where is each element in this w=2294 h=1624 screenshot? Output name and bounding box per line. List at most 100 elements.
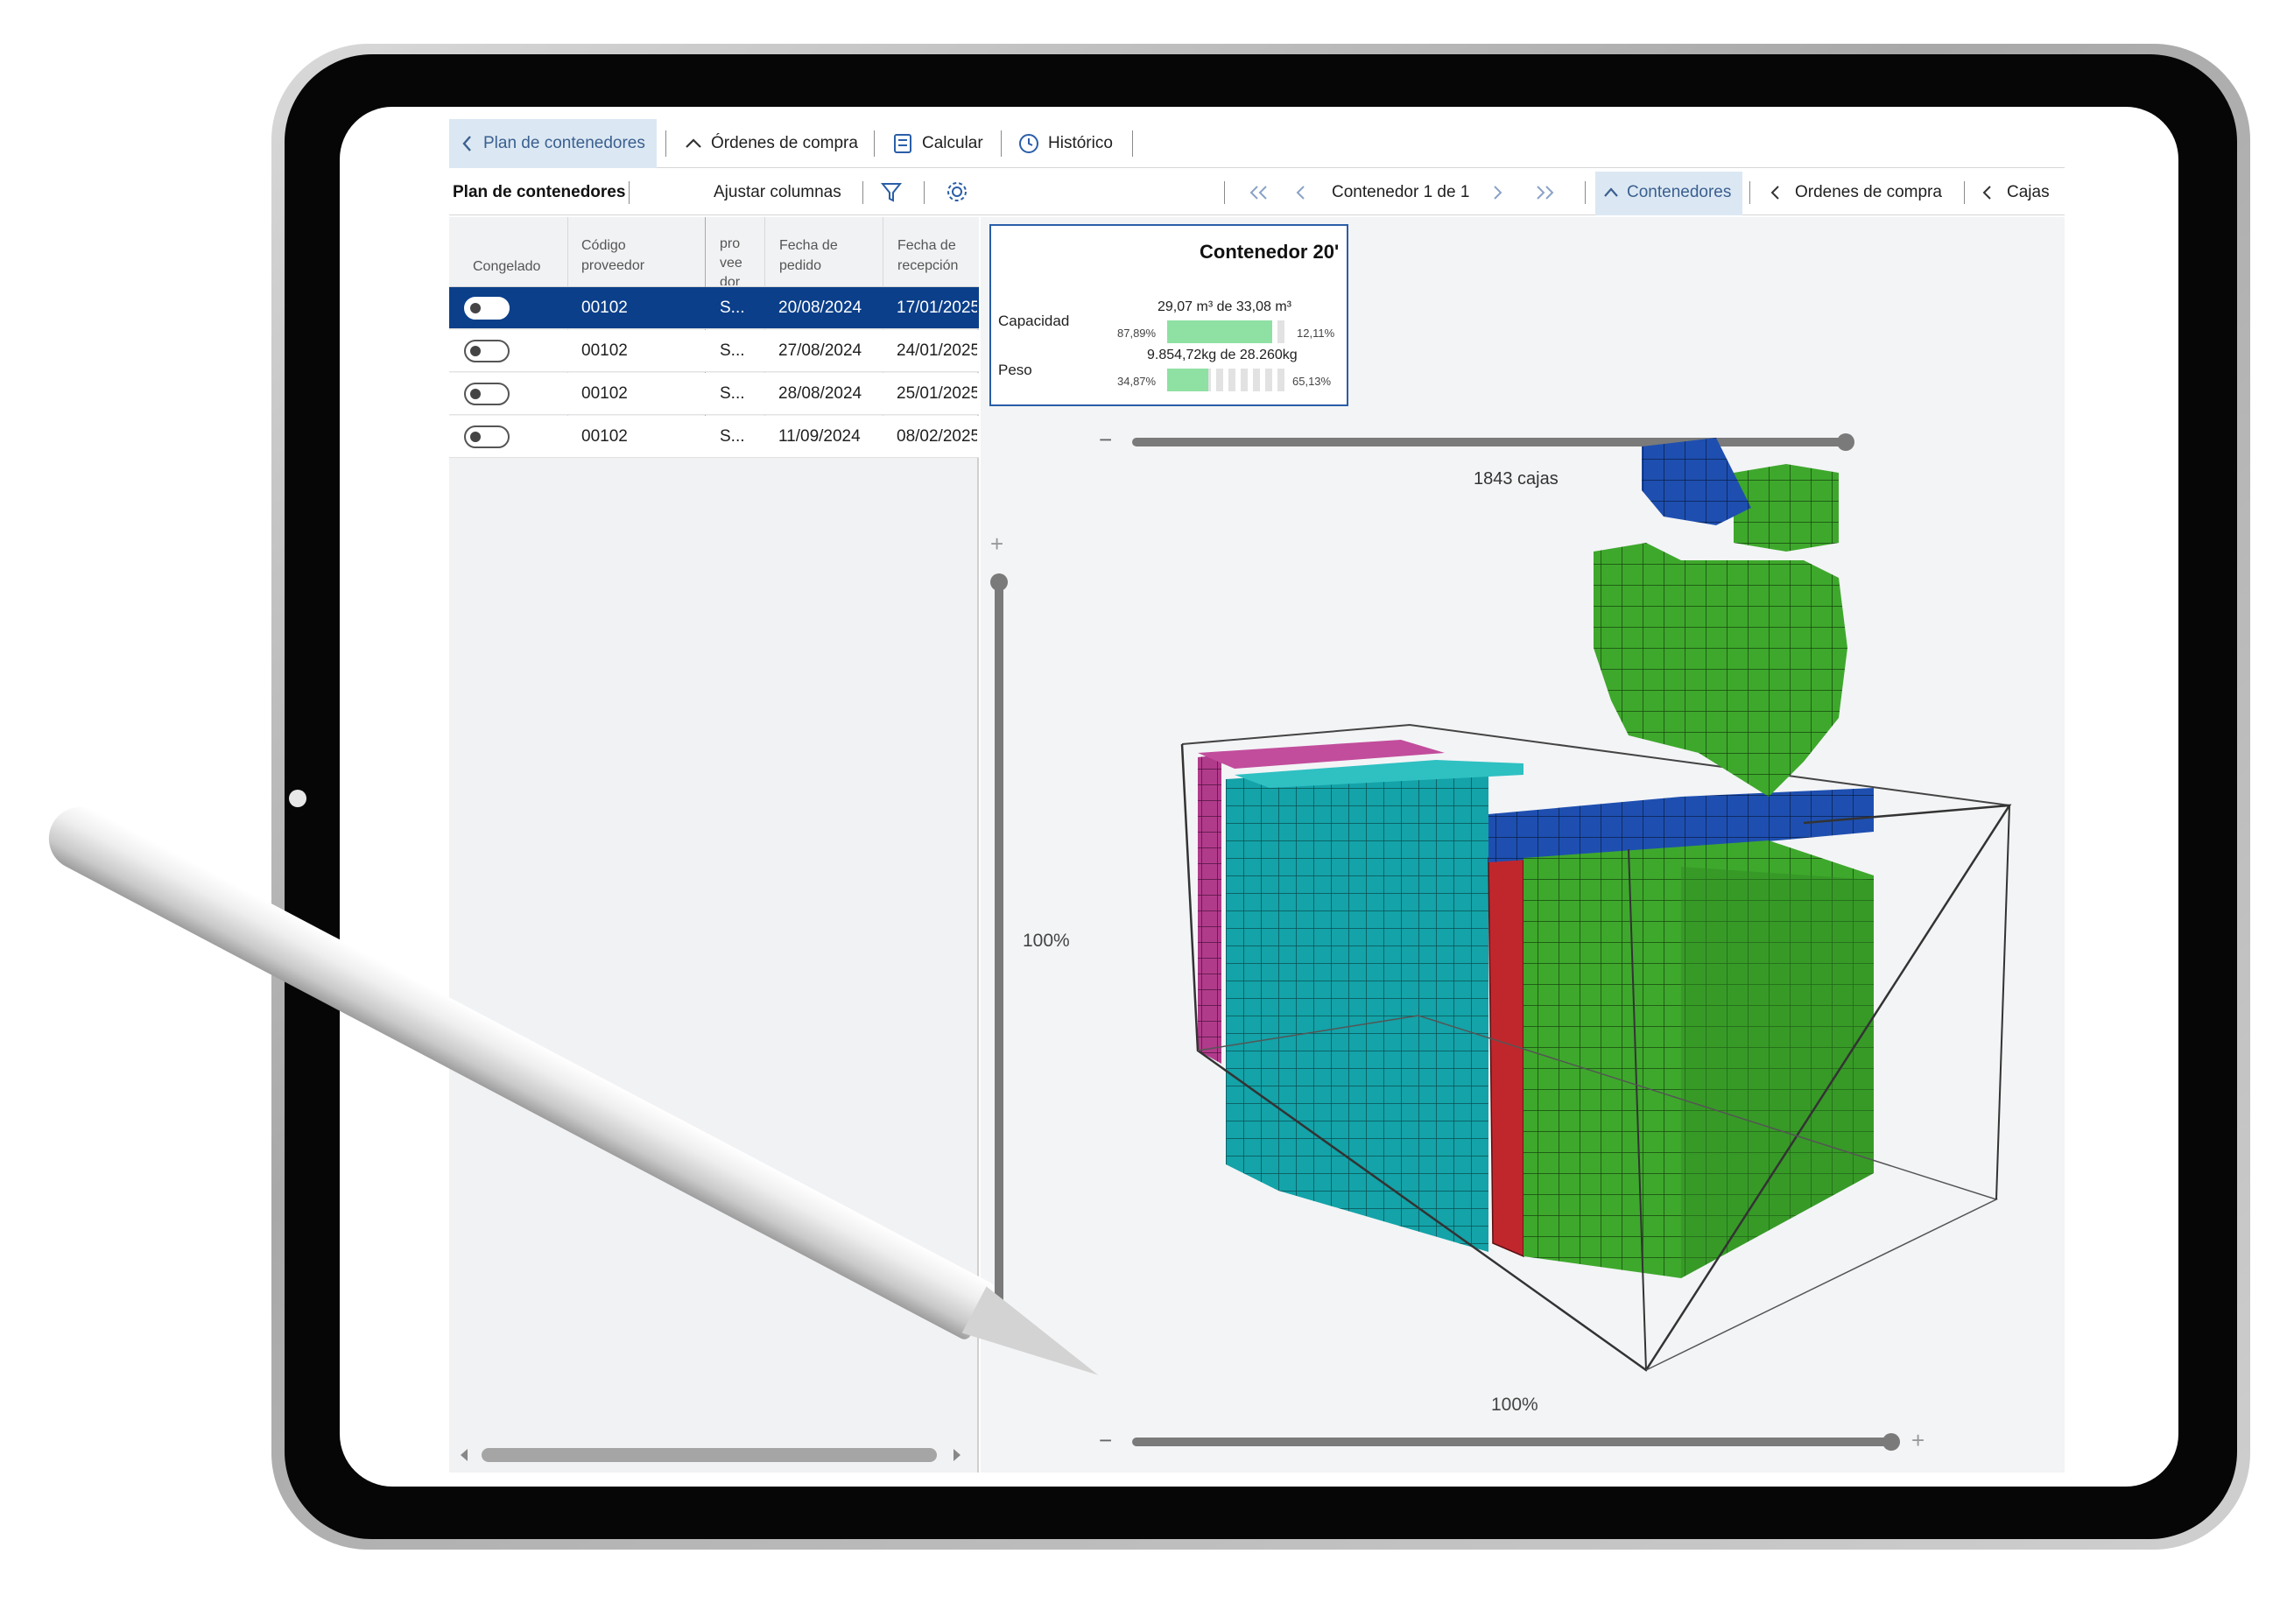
supplier-code-cell: 00102 — [581, 427, 628, 446]
supplier-code-cell: 00102 — [581, 299, 628, 317]
capacity-used-pct: 87,89% — [1117, 327, 1157, 340]
chevron-up-icon — [1604, 187, 1618, 197]
green-spill-boxes — [1594, 543, 1847, 797]
table-row[interactable]: 00102 S... 27/08/2024 24/01/2025 — [449, 330, 979, 372]
plus-icon[interactable]: + — [1911, 1427, 1925, 1454]
capacity-value: 29,07 m³ de 33,08 m³ — [1158, 299, 1291, 314]
panel-title: Plan de contenedores — [453, 183, 626, 201]
frozen-toggle[interactable] — [464, 383, 510, 405]
horizontal-zoom-knob[interactable] — [1882, 1433, 1900, 1451]
vertical-zoom-value: 100% — [1023, 931, 1070, 951]
double-chevron-left-icon[interactable] — [1248, 184, 1270, 201]
capacity-free-pct: 12,11% — [1297, 327, 1335, 340]
col-supplier-header-2: vee — [720, 256, 742, 271]
orders-button[interactable]: Ordenes de compra — [1795, 183, 1942, 202]
capacity-label: Capacidad — [998, 313, 1070, 329]
capacity-bar-fill — [1167, 320, 1272, 343]
green-boxes-right — [1681, 867, 1874, 1278]
reception-date-cell: 17/01/2025 — [897, 299, 977, 317]
separator — [874, 130, 875, 157]
weight-value: 9.854,72kg de 28.260kg — [1147, 348, 1298, 362]
supplier-cell: S... — [720, 384, 745, 403]
col-reception-header-2: recepción — [897, 258, 959, 273]
frozen-toggle[interactable] — [464, 340, 510, 362]
frozen-toggle[interactable] — [464, 425, 510, 448]
separator — [1749, 181, 1750, 204]
supplier-code-cell: 00102 — [581, 341, 628, 360]
order-date-cell: 28/08/2024 — [778, 384, 862, 403]
gear-icon[interactable] — [946, 180, 968, 203]
tab-plan-label: Plan de contenedores — [483, 134, 645, 152]
supplier-cell: S... — [720, 299, 745, 317]
weight-used-pct: 34,87% — [1117, 375, 1157, 388]
col-reception-header[interactable]: Fecha de — [897, 238, 956, 254]
clock-icon — [1019, 134, 1038, 153]
order-date-cell: 20/08/2024 — [778, 299, 862, 317]
table-row[interactable]: 00102 S... 11/09/2024 08/02/2025 — [449, 416, 979, 458]
containers-button-label: Contenedores — [1627, 183, 1732, 201]
scroll-right-icon[interactable] — [950, 1446, 964, 1464]
app: Plan de contenedores Órdenes de compra C… — [0, 0, 2294, 1624]
frozen-toggle[interactable] — [464, 297, 510, 320]
col-supplier-header[interactable]: pro — [720, 236, 740, 252]
double-chevron-right-icon[interactable] — [1534, 184, 1557, 201]
scroll-left-icon[interactable] — [457, 1446, 471, 1464]
vertical-zoom-slider[interactable] — [995, 578, 1003, 1307]
weight-bar-fill — [1167, 369, 1209, 391]
separator — [924, 181, 925, 204]
separator — [862, 181, 863, 204]
reception-date-cell: 24/01/2025 — [897, 341, 977, 360]
capacity-bar — [1167, 320, 1286, 343]
separator — [1224, 181, 1225, 204]
separator — [1132, 130, 1133, 157]
teal-boxes — [1226, 766, 1488, 1252]
chevron-up-icon — [686, 138, 701, 148]
container-wireframe-edge — [1995, 805, 2010, 1200]
adjust-columns-button[interactable]: Ajustar columnas — [714, 183, 841, 202]
separator — [665, 130, 666, 157]
red-boxes — [1488, 855, 1524, 1258]
container-3d-view[interactable] — [1138, 438, 2031, 1383]
pager-label: Contenedor 1 de 1 — [1332, 183, 1470, 201]
order-date-cell: 27/08/2024 — [778, 341, 862, 360]
col-code-header-2: proveedor — [581, 258, 645, 273]
weight-label: Peso — [998, 362, 1032, 378]
supplier-cell: S... — [720, 341, 745, 360]
chevron-left-icon — [462, 136, 471, 151]
calculator-icon — [894, 134, 911, 153]
chevron-left-icon — [1770, 186, 1779, 200]
blue-spill-boxes — [1642, 438, 1751, 525]
tab-orders-label: Órdenes de compra — [711, 134, 858, 152]
container-title: Contenedor 20' — [1200, 241, 1340, 263]
horizontal-zoom-slider[interactable] — [1132, 1438, 1894, 1446]
weight-bar — [1167, 369, 1286, 391]
supplier-cell: S... — [720, 427, 745, 446]
plus-icon[interactable]: + — [990, 531, 1003, 558]
supplier-code-cell: 00102 — [581, 384, 628, 403]
tab-history-label: Histórico — [1048, 134, 1113, 152]
separator — [629, 181, 630, 204]
separator — [1585, 181, 1586, 204]
tab-calculate-label: Calcular — [922, 134, 983, 152]
col-order-date-header[interactable]: Fecha de — [779, 238, 838, 254]
order-date-cell: 11/09/2024 — [778, 427, 861, 446]
filter-icon[interactable] — [880, 180, 903, 203]
separator — [1964, 181, 1965, 204]
minus-icon[interactable]: − — [1099, 1427, 1112, 1454]
boxes-button[interactable]: Cajas — [2007, 183, 2050, 202]
chevron-left-icon[interactable] — [1294, 184, 1308, 201]
minus-icon[interactable]: − — [1099, 426, 1112, 453]
chevron-right-icon[interactable] — [1491, 184, 1505, 201]
table-row[interactable]: 00102 S... 28/08/2024 25/01/2025 — [449, 373, 979, 415]
reception-date-cell: 08/02/2025 — [897, 427, 977, 446]
weight-free-pct: 65,13% — [1292, 375, 1332, 388]
horizontal-zoom-value: 100% — [1491, 1395, 1538, 1415]
separator — [1001, 130, 1002, 157]
magenta-boxes — [1198, 755, 1221, 1064]
chevron-left-icon — [1982, 186, 1991, 200]
col-order-date-header-2: pedido — [779, 258, 822, 273]
col-frozen-header[interactable]: Congelado — [473, 259, 540, 275]
horizontal-scrollbar[interactable] — [482, 1448, 937, 1462]
col-code-header[interactable]: Código — [581, 238, 626, 254]
table-row[interactable]: 00102 S... 20/08/2024 17/01/2025 — [449, 287, 979, 329]
